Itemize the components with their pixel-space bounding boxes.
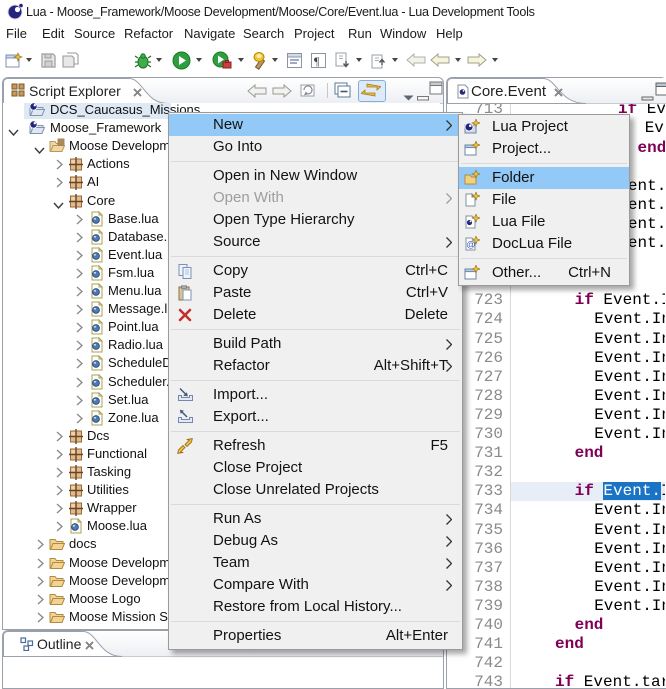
svg-text:¶: ¶ [314, 54, 320, 68]
